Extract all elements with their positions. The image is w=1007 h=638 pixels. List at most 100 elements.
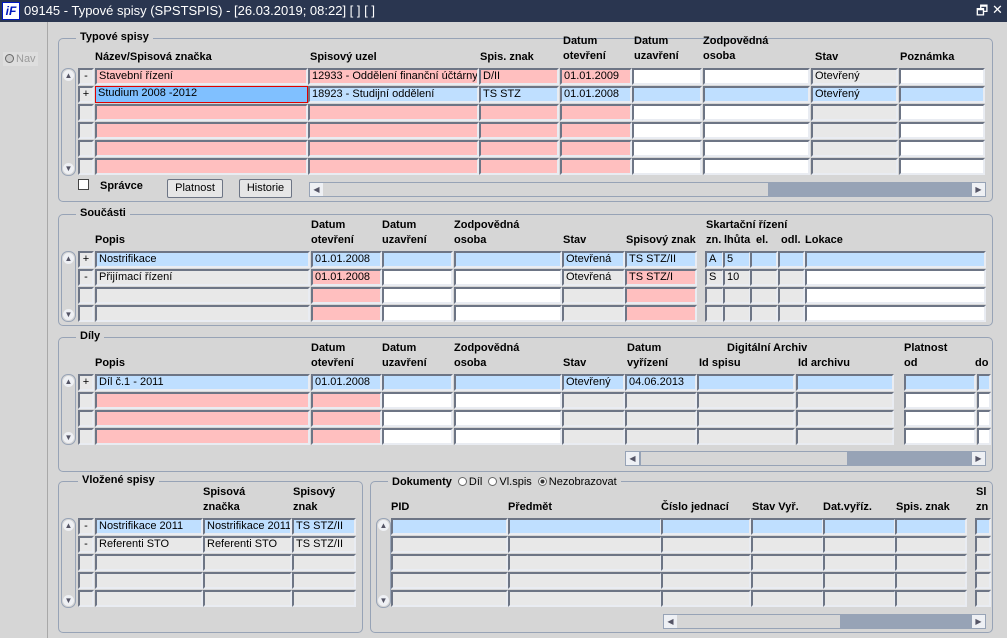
dily-cell[interactable] [625, 392, 697, 409]
dily-cell[interactable] [977, 392, 991, 409]
scroll-up-icon[interactable]: ▲ [378, 520, 389, 531]
soucasti-cell[interactable] [562, 287, 625, 304]
row-indicator[interactable]: - [78, 536, 94, 553]
dokumenty-cell[interactable] [391, 572, 508, 589]
soucasti-cell[interactable] [805, 287, 986, 304]
dokumenty-cell[interactable] [975, 554, 991, 571]
typove-cell[interactable] [95, 122, 308, 139]
typove-cell[interactable]: 01.01.2008 [560, 86, 632, 103]
dokumenty-cell[interactable] [751, 572, 824, 589]
dokumenty-cell[interactable] [661, 554, 751, 571]
soucasti-cell[interactable] [625, 305, 697, 322]
typove-cell[interactable] [811, 140, 898, 157]
soucasti-cell[interactable] [382, 305, 453, 322]
soucasti-cell[interactable]: Nostrifikace [95, 251, 310, 268]
soucasti-cell[interactable] [454, 305, 562, 322]
soucasti-cell[interactable] [778, 287, 805, 304]
dokumenty-cell[interactable] [823, 536, 896, 553]
dily-cell[interactable] [454, 392, 562, 409]
vlozene-cell[interactable] [95, 554, 203, 571]
dily-cell[interactable] [697, 392, 795, 409]
typove-cell[interactable] [703, 140, 810, 157]
dokumenty-cell[interactable] [975, 518, 991, 535]
typove-cell[interactable] [479, 158, 559, 175]
typove-cell[interactable] [703, 158, 810, 175]
scroll-down-icon[interactable]: ▼ [63, 432, 74, 443]
scroll-thumb[interactable] [323, 183, 768, 196]
typove-cell[interactable] [811, 158, 898, 175]
dily-cell[interactable] [796, 428, 894, 445]
soucasti-cell[interactable] [311, 305, 382, 322]
typove-cell[interactable]: Otevřený [811, 86, 898, 103]
row-indicator[interactable] [78, 305, 94, 322]
dokumenty-hscrollbar[interactable]: ◀ ▶ [663, 614, 986, 629]
dily-cell[interactable] [625, 410, 697, 427]
soucasti-cell[interactable] [750, 269, 778, 286]
dokumenty-cell[interactable] [508, 572, 662, 589]
scroll-down-icon[interactable]: ▼ [63, 309, 74, 320]
soucasti-cell[interactable] [750, 305, 778, 322]
dily-cell[interactable] [904, 428, 976, 445]
row-indicator[interactable]: + [78, 86, 94, 103]
scroll-right-icon[interactable]: ▶ [972, 615, 985, 628]
dily-cell[interactable] [796, 374, 894, 391]
typove-cell[interactable] [632, 140, 702, 157]
row-indicator[interactable]: - [78, 518, 94, 535]
typove-cell[interactable] [632, 122, 702, 139]
scroll-thumb[interactable] [641, 452, 847, 465]
soucasti-cell[interactable] [750, 251, 778, 268]
dokumenty-cell[interactable] [895, 554, 967, 571]
vlozene-cell[interactable]: TS STZ/II [292, 518, 356, 535]
scroll-left-icon[interactable]: ◀ [310, 183, 323, 196]
typove-cell[interactable] [899, 122, 985, 139]
typove-cell[interactable] [560, 104, 632, 121]
dokumenty-cell[interactable] [975, 572, 991, 589]
soucasti-cell[interactable] [382, 269, 453, 286]
typove-cell[interactable] [479, 104, 559, 121]
historie-button[interactable]: Historie [239, 179, 292, 198]
scroll-down-icon[interactable]: ▼ [378, 595, 389, 606]
scroll-right-icon[interactable]: ▶ [972, 452, 985, 465]
soucasti-cell[interactable]: 01.01.2008 [311, 251, 382, 268]
dily-cell[interactable] [625, 428, 697, 445]
typove-cell[interactable] [560, 158, 632, 175]
typove-cell[interactable] [811, 104, 898, 121]
typove-cell[interactable] [899, 104, 985, 121]
dily-cell[interactable] [697, 428, 795, 445]
dily-cell[interactable] [977, 428, 991, 445]
dokumenty-cell[interactable] [391, 554, 508, 571]
soucasti-cell[interactable] [778, 269, 805, 286]
dily-cell[interactable] [382, 374, 453, 391]
dokumenty-cell[interactable] [391, 536, 508, 553]
dokumenty-cell[interactable] [751, 536, 824, 553]
row-indicator[interactable] [78, 428, 94, 445]
scroll-up-icon[interactable]: ▲ [63, 520, 74, 531]
typove-cell[interactable] [632, 104, 702, 121]
dily-cell[interactable] [904, 410, 976, 427]
radio-1[interactable] [488, 477, 498, 486]
dily-hscrollbar[interactable]: ◀ ▶ [625, 451, 986, 466]
dily-cell[interactable] [697, 410, 795, 427]
typove-cell[interactable]: TS STZ [479, 86, 559, 103]
dokumenty-cell[interactable] [751, 518, 824, 535]
soucasti-cell[interactable] [805, 305, 986, 322]
scroll-left-icon[interactable]: ◀ [626, 452, 639, 465]
dily-cell[interactable]: Díl č.1 - 2011 [95, 374, 310, 391]
dily-cell[interactable] [382, 428, 453, 445]
dily-cell[interactable] [454, 374, 562, 391]
soucasti-cell[interactable]: 10 [723, 269, 751, 286]
row-indicator[interactable]: - [78, 68, 94, 85]
dokumenty-cell[interactable] [751, 590, 824, 607]
dily-cell[interactable] [977, 410, 991, 427]
typove-cell[interactable] [899, 68, 985, 85]
typove-cell[interactable]: Otevřený [811, 68, 898, 85]
typove-cell[interactable] [899, 86, 985, 103]
vlozene-cell[interactable]: TS STZ/II [292, 536, 356, 553]
soucasti-cell[interactable] [723, 287, 751, 304]
typove-cell[interactable]: D/II [479, 68, 559, 85]
dily-cell[interactable]: 04.06.2013 [625, 374, 697, 391]
soucasti-cell[interactable]: A [705, 251, 724, 268]
dily-cell[interactable] [95, 410, 310, 427]
typove-cell[interactable]: 12933 - Oddělení finanční účtárny [308, 68, 479, 85]
soucasti-cell[interactable] [750, 287, 778, 304]
